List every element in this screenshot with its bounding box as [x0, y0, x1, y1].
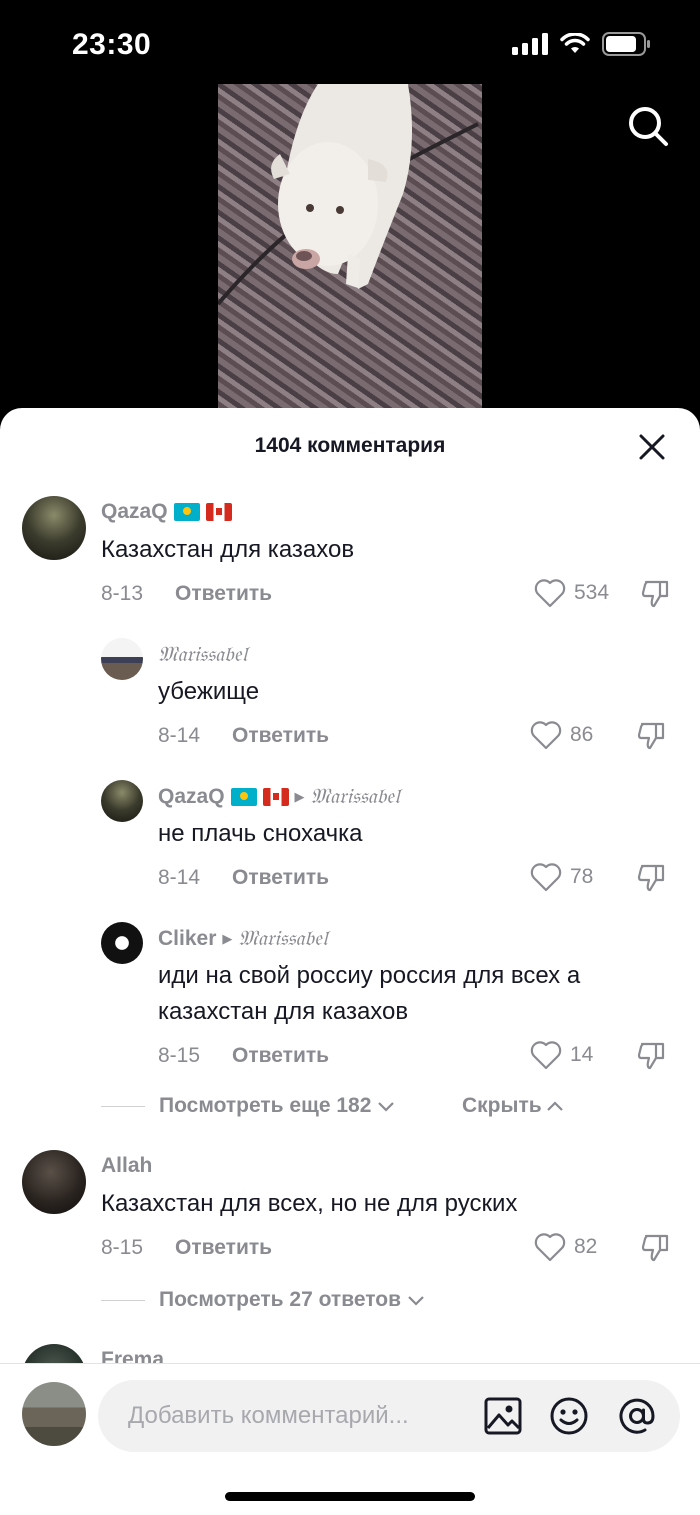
comment-username[interactable]: 𝔐𝔞𝔯𝔦𝔰𝔰𝔞𝔟𝔢𝔩: [158, 642, 247, 667]
home-indicator[interactable]: [225, 1492, 475, 1501]
comment-username[interactable]: QazaQ: [101, 500, 232, 524]
emoji-icon[interactable]: [548, 1395, 590, 1437]
comment-text: Казахстан для казахов: [101, 536, 355, 563]
username-text: QazaQ: [158, 784, 225, 808]
reply-to-username: 𝔐𝔞𝔯𝔦𝔰𝔰𝔞𝔟𝔢𝔩: [310, 784, 400, 808]
search-icon[interactable]: [626, 104, 670, 148]
comment-text: не плачь снохачка: [158, 820, 363, 847]
comment-username[interactable]: QazaQ ▶ 𝔐𝔞𝔯𝔦𝔰𝔰𝔞𝔟𝔢𝔩: [158, 784, 400, 809]
status-bar: 23:30: [0, 0, 700, 84]
like-button[interactable]: 78: [530, 862, 593, 892]
comment-date: 8-15: [101, 1236, 144, 1259]
like-count: 534: [574, 581, 610, 604]
kazakhstan-flag-icon: [230, 787, 257, 806]
dislike-icon[interactable]: [636, 862, 668, 894]
divider-line: [101, 1299, 145, 1301]
reply-button[interactable]: Ответить: [232, 866, 329, 890]
reply-button[interactable]: Ответить: [232, 724, 329, 748]
heart-icon: [534, 579, 566, 608]
my-avatar[interactable]: [22, 1382, 86, 1446]
close-icon[interactable]: [638, 433, 666, 461]
avatar[interactable]: [101, 780, 143, 822]
chevron-up-icon: [546, 1101, 563, 1111]
comment-text: убежище: [158, 678, 260, 705]
avatar[interactable]: [22, 496, 86, 560]
comment-date: 8-14: [158, 866, 201, 889]
battery-icon: [602, 32, 650, 56]
comment-date: 8-15: [158, 1044, 201, 1067]
comment-item: Allah Казахстан для всех, но не для руск…: [0, 1150, 700, 1280]
chevron-down-icon: [408, 1296, 424, 1306]
heart-icon: [530, 721, 562, 750]
like-count: 14: [570, 1043, 594, 1066]
view-more-label: Посмотреть еще 182: [159, 1094, 372, 1117]
chevron-down-icon: [378, 1102, 395, 1112]
avatar[interactable]: [101, 922, 143, 964]
avatar[interactable]: [101, 638, 143, 680]
like-button[interactable]: 534: [534, 578, 609, 608]
dislike-icon[interactable]: [636, 720, 668, 752]
hide-replies-button[interactable]: Скрыть: [462, 1094, 564, 1118]
comments-count-title: 1404 комментария: [254, 434, 446, 457]
comment-text-line: казахстан для казахов: [158, 998, 409, 1025]
reply-item: 𝔐𝔞𝔯𝔦𝔰𝔰𝔞𝔟𝔢𝔩 убежище 8-14 Ответить 86: [0, 636, 700, 766]
comment-text: Казахстан для всех, но не для руских: [101, 1190, 518, 1217]
comment-text-line: иди на свой россиу россия для всех а: [158, 962, 581, 989]
dog-image: [218, 84, 479, 306]
dislike-icon[interactable]: [636, 1040, 668, 1072]
heart-icon: [530, 863, 562, 892]
reply-arrow-icon: ▶: [294, 788, 305, 804]
comments-sheet: 1404 комментария QazaQ Казахстан для каз…: [0, 408, 700, 1515]
canada-flag-icon: [262, 787, 289, 806]
video-preview[interactable]: [218, 84, 482, 414]
like-count: 82: [574, 1235, 598, 1258]
reply-item: Cliker ▶ 𝔐𝔞𝔯𝔦𝔰𝔰𝔞𝔟𝔢𝔩 иди на свой россиу р…: [0, 920, 700, 1090]
hide-label: Скрыть: [462, 1094, 542, 1117]
reply-to-username: 𝔐𝔞𝔯𝔦𝔰𝔰𝔞𝔟𝔢𝔩: [238, 926, 328, 950]
comment-date: 8-13: [101, 582, 144, 605]
view-replies-label: Посмотреть 27 ответов: [159, 1288, 401, 1311]
dislike-icon[interactable]: [640, 1232, 672, 1264]
comment-username[interactable]: Allah: [101, 1154, 152, 1178]
avatar[interactable]: [22, 1150, 86, 1214]
username-text: Cliker: [158, 926, 217, 950]
status-time: 23:30: [72, 28, 152, 61]
like-button[interactable]: 14: [530, 1040, 593, 1070]
like-count: 78: [570, 865, 594, 888]
reply-arrow-icon: ▶: [222, 930, 233, 946]
reply-button[interactable]: Ответить: [175, 1236, 272, 1260]
comment-input-placeholder: Добавить комментарий...: [128, 1402, 409, 1429]
comment-item: QazaQ Казахстан для казахов 8-13 Ответит…: [0, 494, 700, 624]
heart-icon: [534, 1233, 566, 1262]
mention-icon[interactable]: [616, 1395, 658, 1437]
view-more-replies-button[interactable]: Посмотреть еще 182: [101, 1094, 395, 1118]
username-text: QazaQ: [101, 500, 168, 523]
canada-flag-icon: [205, 503, 232, 521]
wifi-icon: [560, 33, 590, 53]
username-text: Allah: [101, 1154, 153, 1177]
username-text: 𝔐𝔞𝔯𝔦𝔰𝔰𝔞𝔟𝔢𝔩: [158, 642, 247, 666]
image-icon[interactable]: [482, 1395, 524, 1437]
view-replies-button[interactable]: Посмотреть 27 ответов: [101, 1288, 425, 1312]
divider-line: [101, 1105, 145, 1107]
like-button[interactable]: 82: [534, 1232, 597, 1262]
heart-icon: [530, 1041, 562, 1070]
comment-input[interactable]: Добавить комментарий...: [98, 1380, 680, 1452]
reply-button[interactable]: Ответить: [232, 1044, 329, 1068]
signal-icon: [512, 33, 548, 55]
comment-username[interactable]: Cliker ▶ 𝔐𝔞𝔯𝔦𝔰𝔰𝔞𝔟𝔢𝔩: [158, 926, 327, 951]
kazakhstan-flag-icon: [173, 503, 200, 521]
like-count: 86: [570, 723, 594, 746]
comment-date: 8-14: [158, 724, 201, 747]
reply-item: QazaQ ▶ 𝔐𝔞𝔯𝔦𝔰𝔰𝔞𝔟𝔢𝔩 не плачь снохачка 8-1…: [0, 778, 700, 908]
like-button[interactable]: 86: [530, 720, 593, 750]
dislike-icon[interactable]: [640, 578, 672, 610]
reply-button[interactable]: Ответить: [175, 582, 272, 606]
